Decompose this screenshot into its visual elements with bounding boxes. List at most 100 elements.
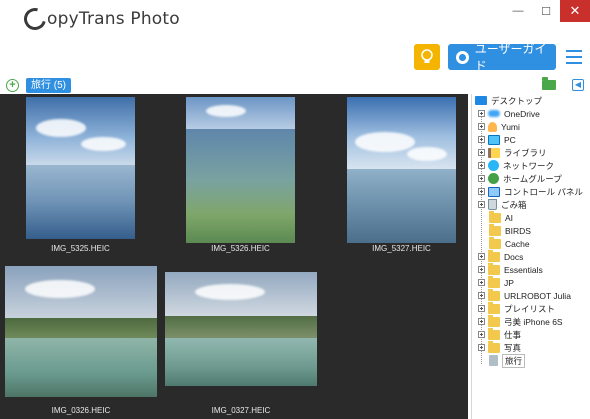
user-guide-button[interactable]: ユーザーガイド (448, 42, 556, 73)
expand-icon[interactable] (478, 162, 485, 169)
expand-icon[interactable] (478, 305, 485, 312)
album-folder-icon (489, 355, 498, 366)
network-icon (488, 160, 499, 171)
folder-icon[interactable] (542, 77, 556, 90)
tree-node-control-panel[interactable]: コントロール パネル (478, 185, 583, 198)
tree-node-network[interactable]: ネットワーク (478, 159, 554, 172)
folder-icon (488, 249, 500, 262)
plus-circle-icon[interactable]: + (6, 79, 19, 92)
app-title: opyTrans Photo (47, 9, 180, 29)
photo-filename: IMG_5327.HEIC (372, 244, 431, 253)
tree-node-folder[interactable]: Docs (478, 249, 524, 263)
photo-filename: IMG_5325.HEIC (51, 244, 110, 253)
tree-node-label: PC (504, 134, 516, 145)
tree-node-folder[interactable]: 仕事 (478, 327, 522, 341)
expand-icon[interactable] (478, 136, 485, 143)
tree-node-label: プレイリスト (504, 303, 556, 314)
tree-node-folder[interactable]: AI (489, 210, 514, 224)
tree-node-onedrive[interactable]: OneDrive (478, 107, 540, 120)
homegroup-icon (488, 173, 499, 184)
desktop-icon (475, 96, 487, 105)
tree-node-label: AI (505, 212, 514, 223)
tree-node-yumi[interactable]: Yumi (478, 120, 520, 133)
expand-icon[interactable] (478, 188, 485, 195)
tree-node-homegroup[interactable]: ホームグループ (478, 172, 562, 185)
expand-icon[interactable] (478, 175, 485, 182)
tree-node-label: 弓美 iPhone 6S (504, 316, 563, 327)
tree-node-pc[interactable]: PC (478, 133, 516, 146)
expand-icon[interactable] (478, 292, 485, 299)
minimize-icon: — (512, 5, 524, 17)
expand-icon[interactable] (478, 279, 485, 286)
expand-icon[interactable] (478, 266, 485, 273)
tree-node-folder[interactable]: BIRDS (489, 223, 531, 237)
photo-thumbnail[interactable] (26, 97, 135, 239)
tree-node-label: URLROBOT Julia (504, 290, 571, 301)
tree-node-folder[interactable]: Cache (489, 236, 530, 250)
lightbulb-icon (421, 49, 433, 63)
tree-node-label: ホームグループ (503, 173, 562, 184)
tree-node-desktop[interactable]: デスクトップ (475, 94, 542, 107)
photo-thumbnail[interactable] (5, 266, 157, 397)
album-bar (0, 76, 590, 94)
app-logo: opyTrans Photo (19, 3, 180, 35)
expand-icon[interactable] (478, 123, 485, 130)
expand-icon[interactable] (478, 318, 485, 325)
expand-icon[interactable] (478, 331, 485, 338)
tree-node-folder[interactable]: Essentials (478, 262, 543, 276)
tree-node-label: Docs (504, 251, 524, 262)
recycle-bin-icon (488, 199, 497, 210)
tree-node-label: Yumi (501, 121, 520, 132)
control-panel-icon (488, 186, 500, 197)
folder-icon (488, 262, 500, 275)
folder-icon (488, 327, 500, 340)
expand-icon[interactable] (478, 149, 485, 156)
tree-node-label: ごみ箱 (501, 199, 527, 210)
title-bar: opyTrans Photo — ☐ ✕ (0, 0, 590, 38)
tree-node-label: コントロール パネル (504, 186, 583, 197)
library-icon (488, 147, 500, 158)
expand-icon[interactable] (478, 201, 485, 208)
tips-button[interactable] (414, 44, 440, 70)
maximize-button[interactable]: ☐ (532, 0, 560, 22)
expand-icon[interactable] (478, 110, 485, 117)
tree-node-folder[interactable]: プレイリスト (478, 301, 556, 315)
hamburger-line (566, 62, 582, 64)
tree-node-recycle-bin[interactable]: ごみ箱 (478, 198, 527, 211)
maximize-icon: ☐ (541, 5, 551, 18)
tree-node-label: Essentials (504, 264, 543, 275)
logo-c-icon (19, 3, 51, 35)
expand-icon[interactable] (478, 344, 485, 351)
tree-node-folder[interactable]: URLROBOT Julia (478, 288, 571, 302)
user-guide-label: ユーザーガイド (474, 42, 547, 73)
tree-node-folder[interactable]: 写真 (478, 340, 522, 354)
close-button[interactable]: ✕ (560, 0, 590, 22)
tree-node-label: JP (504, 277, 514, 288)
pc-icon (488, 134, 500, 145)
tree-node-label: 写真 (504, 342, 522, 353)
expand-icon[interactable] (478, 253, 485, 260)
hamburger-menu-button[interactable] (566, 50, 582, 64)
tree-node-folder[interactable]: 弓美 iPhone 6S (478, 314, 563, 328)
onedrive-icon (488, 110, 500, 117)
tree-node-label: デスクトップ (491, 95, 543, 106)
folder-icon (489, 223, 501, 236)
tree-node-album-selected[interactable]: 旅行 (489, 353, 526, 368)
photo-thumbnail[interactable] (165, 272, 317, 386)
photo-thumbnail[interactable] (347, 97, 456, 243)
album-tab-current[interactable]: 旅行 (5) (26, 78, 71, 93)
collapse-panel-icon[interactable]: ◀ (572, 79, 584, 91)
tree-node-folder[interactable]: JP (478, 275, 514, 289)
tree-node-label: Cache (505, 238, 530, 249)
tree-node-label: 仕事 (504, 329, 522, 340)
user-folder-icon (488, 121, 497, 132)
close-icon: ✕ (569, 3, 581, 18)
tree-node-label: 旅行 (502, 353, 526, 368)
tree-node-library[interactable]: ライブラリ (478, 146, 547, 159)
folder-icon (488, 288, 500, 301)
tree-node-label: ネットワーク (503, 160, 555, 171)
folder-icon (488, 301, 500, 314)
tree-node-label: OneDrive (504, 108, 540, 119)
photo-thumbnail[interactable] (186, 97, 295, 243)
minimize-button[interactable]: — (504, 0, 532, 22)
